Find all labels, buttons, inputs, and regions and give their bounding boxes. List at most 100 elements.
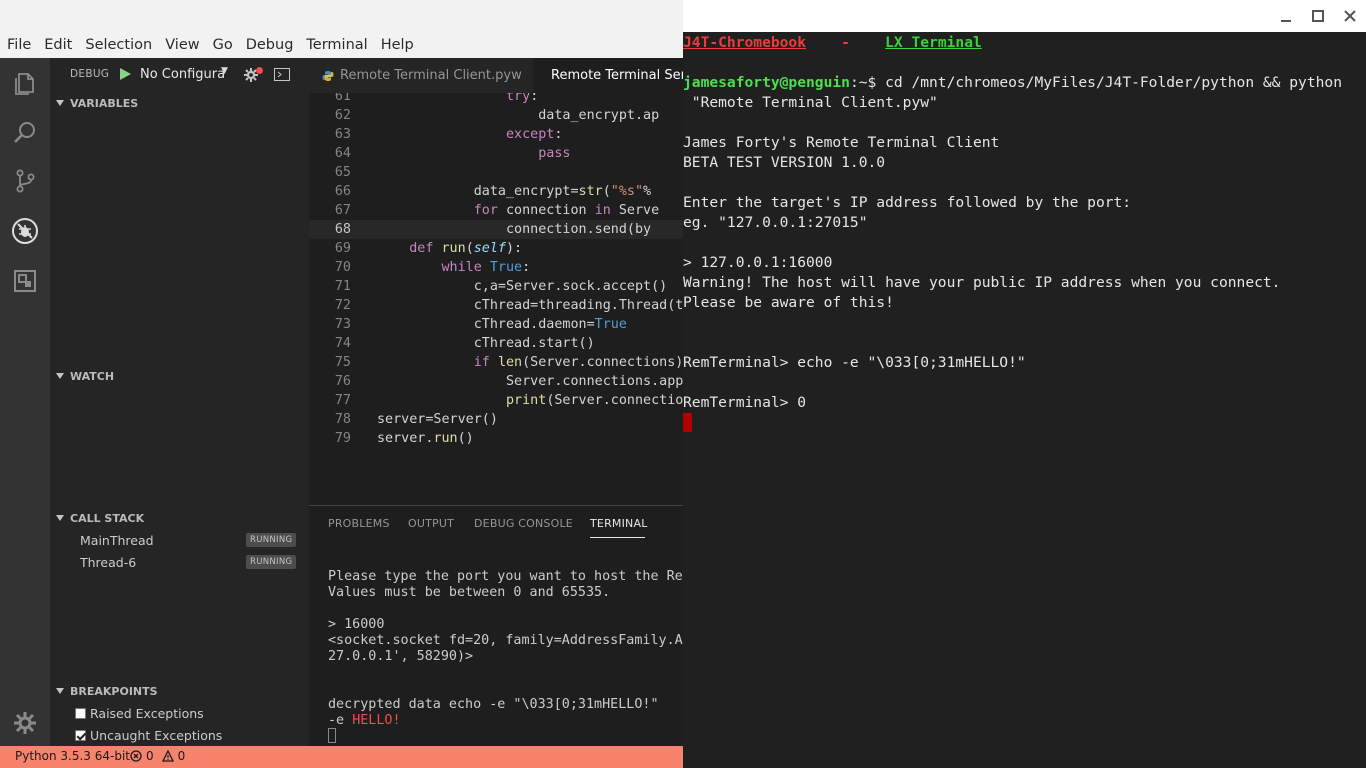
breakpoints-section-header[interactable]: BREAKPOINTS [50,680,309,702]
tab-separator: - [841,34,850,51]
editor-tabs: Remote Terminal Client.pyw Remote Termin… [309,58,683,93]
code-line[interactable]: 70 while True: [309,258,683,277]
code-line[interactable]: 68 connection.send(by [309,220,683,239]
prompt-user: jamesaforty@penguin [683,74,850,91]
activity-bar [0,58,50,746]
code-line[interactable]: 79 server.run() [309,429,683,448]
code-line[interactable]: 61 try: [309,93,683,106]
terminal-line: <socket.socket fd=20, family=AddressFami… [328,633,683,648]
line-number: 61 [334,93,351,104]
code-text: Server.connections.appe [377,374,683,389]
terminal-body[interactable]: J4T-Chromebook - LX Terminal jamesaforty… [683,32,1366,768]
code-line[interactable]: 64 pass [309,144,683,163]
line-number: 64 [334,146,351,161]
debug-config-value: No Configura [140,67,226,82]
breakpoint-row[interactable]: Raised Exceptions [50,702,309,724]
terminal-titlebar[interactable] [683,0,1366,32]
source-control-icon[interactable] [0,158,50,204]
line-number: 74 [334,336,351,351]
terminal-red-text: HELLO! [352,713,401,728]
variables-section-header[interactable]: VARIABLES [50,92,309,114]
command-text: cd /mnt/chromeos/MyFiles/J4T-Folder/pyth… [885,74,1342,91]
variables-title: VARIABLES [70,96,139,110]
collapse-caret-icon [50,99,70,108]
close-icon[interactable] [1342,8,1358,24]
terminal-output-line: James Forty's Remote Terminal Client [683,134,1000,151]
menu-terminal[interactable]: Terminal [302,37,371,53]
terminal-output-line: eg. "127.0.0.1:27015" [683,214,868,231]
tab-problems[interactable]: PROBLEMS [328,517,390,530]
extensions-icon[interactable] [0,258,50,304]
call-stack-title: CALL STACK [70,511,145,525]
tab-label: Remote Terminal Client.pyw [340,68,522,83]
code-line[interactable]: 76 Server.connections.appe [309,372,683,391]
terminal-last-line: -e HELLO! [328,713,401,729]
maximize-icon[interactable] [1310,8,1326,24]
tab-output[interactable]: OUTPUT [408,517,454,530]
code-line[interactable]: 66 data_encrypt=str("%s"% [309,182,683,201]
explorer-icon[interactable] [0,60,50,106]
menu-help[interactable]: Help [377,37,418,53]
breakpoint-row[interactable]: Uncaught Exceptions [50,724,309,746]
terminal-output-line: BETA TEST VERSION 1.0.0 [683,154,886,171]
tab-debug-console[interactable]: DEBUG CONSOLE [474,517,573,530]
config-error-dot [256,67,263,74]
warning-icon [161,750,174,762]
code-line[interactable]: 65 [309,163,683,182]
tab-lx-terminal[interactable]: LX Terminal [885,34,982,51]
line-number: 70 [334,260,351,275]
line-number: 65 [334,165,351,180]
code-text: connection.send(by [377,222,652,237]
code-line[interactable]: 62 data_encrypt.ap [309,106,683,125]
code-line[interactable]: 71 c,a=Server.sock.accept() [309,277,683,296]
code-line[interactable]: 77 print(Server.connectio [309,391,683,410]
tab-remote-terminal-server[interactable]: Remote Terminal Ser [533,58,683,93]
code-line[interactable]: 73 cThread.daemon=True [309,315,683,334]
code-line[interactable]: 63 except: [309,125,683,144]
problems-status[interactable]: 0 0 [130,749,185,763]
terminal-tabs-line: J4T-Chromebook - LX Terminal [683,33,982,53]
code-line[interactable]: 67 for connection in Serve [309,201,683,220]
menu-selection[interactable]: Selection [81,37,156,53]
terminal-line: 27.0.0.1', 58290)> [328,649,474,664]
tab-label: Remote Terminal Ser [551,68,683,83]
manage-gear-icon[interactable] [12,710,38,736]
python-interpreter-status[interactable]: Python 3.5.3 64-bit [15,749,130,763]
prompt-line: jamesaforty@penguin:~$ cd /mnt/chromeos/… [683,73,1342,93]
warning-count: 0 [177,749,186,763]
code-text: cThread=threading.Thread(t [377,298,683,313]
line-number: 69 [334,241,351,256]
menu-edit[interactable]: Edit [40,37,76,53]
thread-row[interactable]: MainThread RUNNING [50,529,309,551]
code-text: print(Server.connectio [506,393,683,408]
thread-row[interactable]: Thread-6 RUNNING [50,551,309,573]
tab-terminal[interactable]: TERMINAL [590,517,648,530]
menu-file[interactable]: File [3,37,35,53]
uncaught-exceptions-checkbox[interactable] [75,729,86,741]
raised-exceptions-checkbox[interactable] [75,707,86,719]
vscode-titlebar[interactable] [0,0,683,32]
tab-remote-terminal-client[interactable]: Remote Terminal Client.pyw [322,58,522,93]
debug-console-icon[interactable] [274,68,290,81]
search-icon[interactable] [0,110,50,156]
minimize-icon[interactable] [1278,8,1294,24]
tab-j4t-chromebook[interactable]: J4T-Chromebook [683,34,806,51]
code-editor[interactable]: 61 try: 62 data_encrypt.ap 63 except: 64 pa… [309,93,683,505]
code-line[interactable]: 75 if len(Server.connections) [309,353,683,372]
menu-debug[interactable]: Debug [242,37,298,53]
config-dropdown-caret-icon[interactable]: ▼ [221,66,228,76]
debug-icon[interactable] [0,208,50,254]
start-debugging-icon[interactable] [118,67,132,81]
code-line[interactable]: 78 server=Server() [309,410,683,429]
code-line[interactable]: 69 def run(self): [309,239,683,258]
terminal-output-line: Enter the target's IP address followed b… [683,194,1132,211]
call-stack-section-header[interactable]: CALL STACK [50,507,309,529]
code-line[interactable]: 72 cThread=threading.Thread(t [309,296,683,315]
menu-go[interactable]: Go [209,37,237,53]
error-icon [130,750,142,762]
watch-section-header[interactable]: WATCH [50,365,309,387]
code-line[interactable]: 74 cThread.start() [309,334,683,353]
menu-view[interactable]: View [161,37,203,53]
thread-status-badge: RUNNING [246,533,297,547]
line-number: 63 [334,127,351,142]
